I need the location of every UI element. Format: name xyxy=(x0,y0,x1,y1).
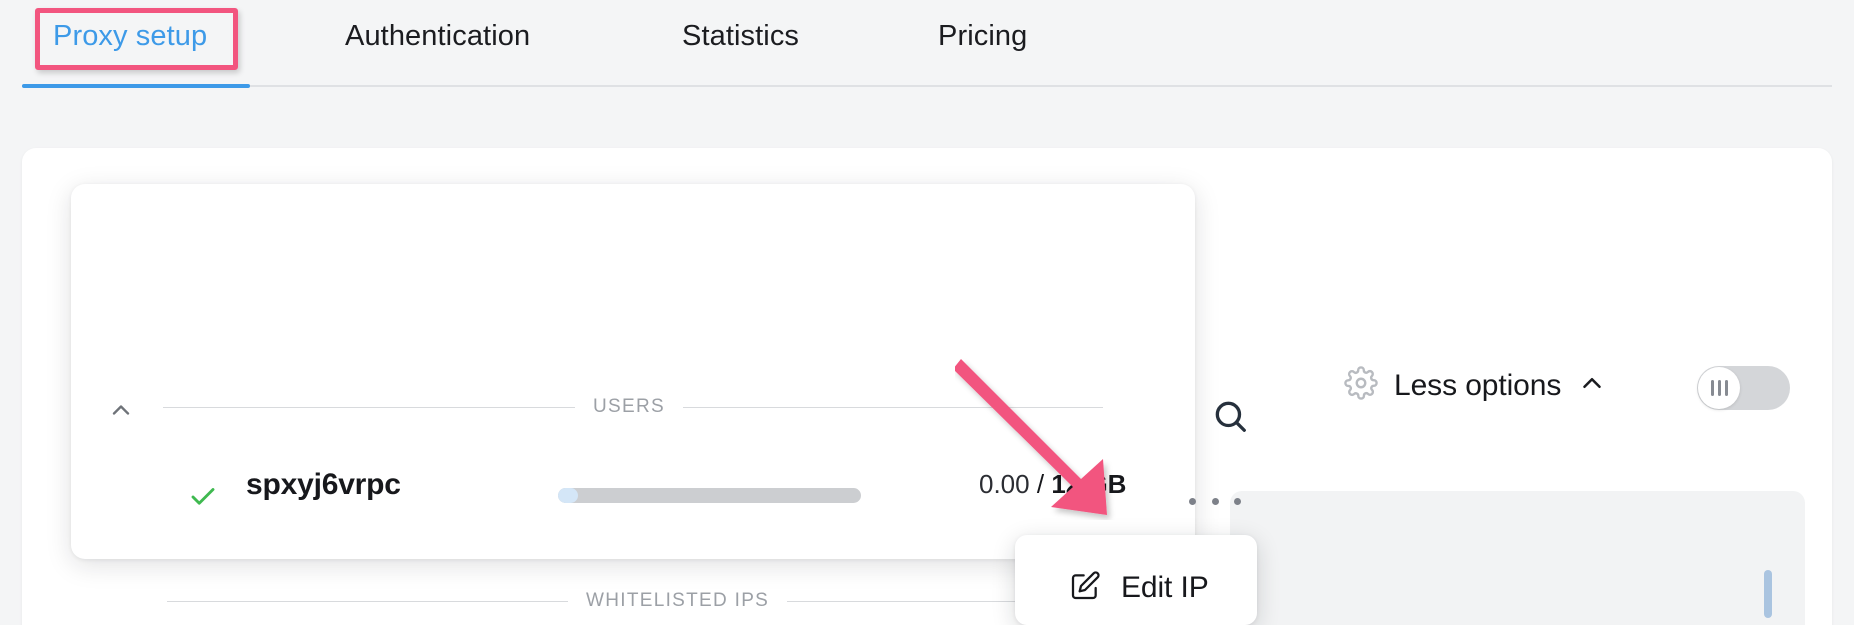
less-options-label: Less options xyxy=(1394,368,1562,402)
user-more-options-icon[interactable] xyxy=(1189,484,1241,518)
collapse-chevron-up-icon[interactable] xyxy=(107,396,130,418)
options-placeholder-block xyxy=(1230,491,1805,625)
options-toggle-switch[interactable] xyxy=(1697,366,1790,410)
usage-progress-fill xyxy=(558,488,578,503)
divider-line-right xyxy=(682,406,1103,408)
menu-item-edit-ip[interactable]: Edit IP xyxy=(1015,561,1257,615)
menu-item-edit-ip-label: Edit IP xyxy=(1121,571,1209,604)
usage-total: 12 GB xyxy=(1051,469,1127,499)
tab-active-indicator xyxy=(22,84,250,88)
tab-bar-divider xyxy=(22,85,1832,87)
users-popover-card: USERS spxyj6vrpc 0.00 / 12 GB WHITELISTE… xyxy=(71,184,1246,611)
divider-line-left xyxy=(167,600,568,602)
less-options-button[interactable]: Less options xyxy=(1344,366,1607,405)
tab-proxy-setup[interactable]: Proxy setup xyxy=(53,20,207,53)
horizontal-scrollbar-thumb[interactable] xyxy=(1764,570,1772,618)
users-section-label: USERS xyxy=(593,396,665,417)
edit-square-icon xyxy=(1069,570,1101,607)
tab-statistics[interactable]: Statistics xyxy=(682,20,799,53)
usage-used: 0.00 xyxy=(979,469,1030,499)
chevron-up-icon xyxy=(1577,368,1607,403)
tab-bar: Proxy setup Authentication Statistics Pr… xyxy=(0,0,1854,88)
tab-pricing[interactable]: Pricing xyxy=(938,20,1027,53)
check-icon xyxy=(188,482,218,517)
ip-context-menu: Edit IP xyxy=(1015,535,1257,625)
app-root: Proxy setup Authentication Statistics Pr… xyxy=(0,0,1854,625)
search-icon[interactable] xyxy=(1211,397,1249,435)
user-name: spxyj6vrpc xyxy=(246,468,401,501)
gear-icon xyxy=(1344,366,1378,405)
users-section-divider: USERS xyxy=(71,396,1195,418)
usage-progress-bar xyxy=(558,488,861,503)
grip-lines-vertical-icon xyxy=(1698,367,1740,409)
usage-separator: / xyxy=(1036,469,1045,499)
divider-line-left xyxy=(163,406,575,408)
usage-text: 0.00 / 12 GB xyxy=(979,469,1126,500)
user-row: spxyj6vrpc 0.00 / 12 GB xyxy=(71,466,1195,528)
whitelisted-ips-section-label: WHITELISTED IPS xyxy=(586,590,770,611)
tab-authentication[interactable]: Authentication xyxy=(345,20,530,53)
